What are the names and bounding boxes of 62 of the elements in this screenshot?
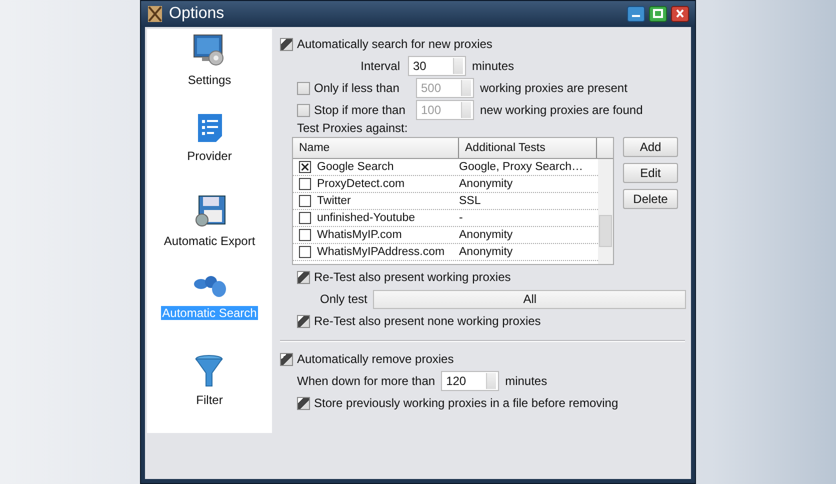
table-cell-text: ProxyDetect.com (317, 177, 406, 191)
list-button[interactable]: Edit (623, 163, 678, 183)
sidebar-item[interactable]: Filter (195, 392, 224, 407)
floppy-disk-icon (192, 194, 226, 228)
sidebar-item[interactable]: Automatic Export (162, 234, 256, 248)
checkbox[interactable] (297, 270, 310, 284)
sidebar-item[interactable]: Settings (186, 73, 232, 87)
checkbox[interactable] (297, 104, 310, 116)
funnel-icon (195, 354, 224, 387)
close-button[interactable] (671, 6, 689, 22)
table-cell: Google, Proxy Search… (459, 160, 584, 174)
checkbox-label: Automatically remove proxies (297, 352, 454, 366)
checkbox-label: Re-Test also present working proxies (314, 270, 511, 284)
table-cell: Anonymity (459, 245, 513, 259)
checkbox[interactable] (297, 314, 310, 328)
unit-label: working proxies are present (480, 81, 628, 95)
list-checkbox[interactable] (299, 246, 311, 258)
unit-label: new working proxies are found (480, 103, 643, 117)
table-cell-text: WhatisMyIPAddress.com (317, 245, 446, 259)
checkbox-label: Stop if more than (314, 103, 406, 117)
checkbox-label: Only if less than (314, 81, 400, 95)
table-cell: - (459, 211, 463, 225)
checkbox-label: Re-Test also present none working proxies (314, 314, 541, 328)
checkbox[interactable] (297, 396, 310, 410)
field-label: Only test (320, 292, 368, 306)
spin-field[interactable]: 120 (441, 371, 500, 391)
unit-label: minutes (505, 374, 548, 388)
sidebar-item[interactable]: Provider (186, 149, 233, 164)
list-document-icon (196, 113, 222, 144)
app-icon (147, 5, 163, 23)
scrollbar[interactable] (598, 159, 613, 264)
table-cell-text: WhatisMyIP.com (317, 228, 403, 242)
list-checkbox[interactable] (299, 229, 311, 241)
field-label: When down for more than (297, 374, 436, 388)
list-button[interactable]: Add (623, 137, 678, 157)
window-title: Options (169, 5, 226, 23)
column-header[interactable]: Additional Tests (459, 138, 597, 158)
section-label: Test Proxies against: (296, 121, 409, 137)
column-header[interactable]: Name (293, 138, 459, 158)
list-checkbox[interactable] (299, 195, 311, 207)
spin-field[interactable]: 30 (408, 56, 466, 76)
table-cell-text: Google Search (317, 160, 395, 174)
table-cell-text: unfinished-Youtube (317, 211, 416, 225)
interval-label: Interval (360, 59, 400, 73)
table-cell-text: Twitter (317, 194, 352, 208)
monitor-gear-icon (192, 33, 226, 67)
maximize-button[interactable] (649, 6, 667, 22)
checkbox-label: Automatically search for new proxies (297, 37, 492, 51)
list-checkbox[interactable] (299, 161, 311, 173)
table-cell: SSL (459, 194, 481, 208)
checkbox[interactable] (280, 38, 293, 50)
list-checkbox[interactable] (299, 178, 311, 190)
unit-label: minutes (472, 59, 514, 73)
table-cell: Anonymity (459, 177, 513, 191)
table-cell: Anonymity (459, 228, 513, 242)
only-test-dropdown[interactable]: All (373, 290, 686, 308)
list-button[interactable]: Delete (623, 189, 678, 209)
checkbox[interactable] (297, 82, 310, 94)
minimize-button[interactable] (627, 6, 645, 22)
checkbox[interactable] (280, 352, 293, 366)
list-checkbox[interactable] (299, 212, 311, 224)
checkbox-label: Store previously working proxies in a file before removing (314, 396, 618, 410)
